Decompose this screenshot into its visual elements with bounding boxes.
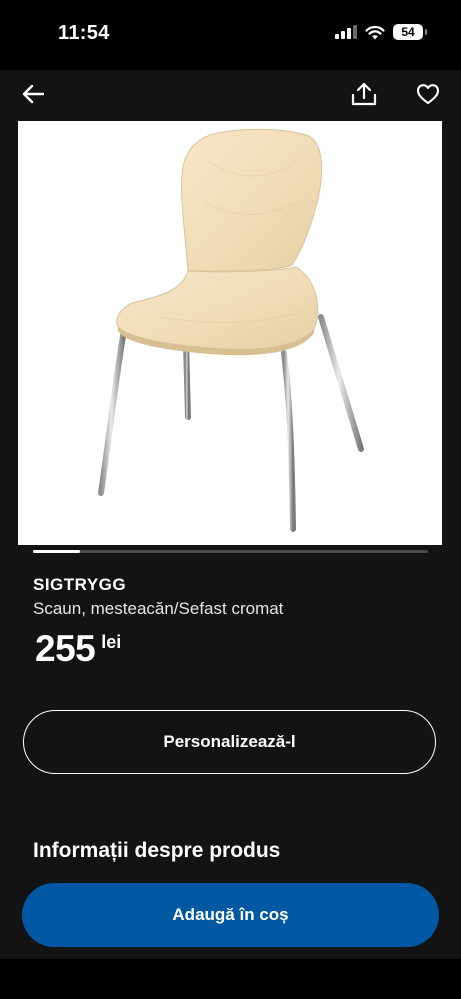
carousel-progress-thumb: [33, 550, 81, 553]
top-nav: [0, 70, 461, 120]
status-bar: 11:54 54: [0, 0, 461, 70]
cellular-signal-icon: [335, 25, 357, 39]
favorite-button[interactable]: [414, 80, 442, 108]
heart-icon: [416, 84, 440, 105]
product-page: SIGTRYGG Scaun, mesteacăn/Sefast cromat …: [0, 70, 461, 959]
product-description: Scaun, mesteacăn/Sefast cromat: [33, 599, 284, 618]
product-image[interactable]: [18, 121, 442, 545]
chair-illustration: [98, 128, 364, 532]
share-button[interactable]: [350, 80, 378, 108]
add-to-cart-button[interactable]: Adaugă în coș: [22, 883, 439, 947]
home-indicator-area: [0, 959, 461, 999]
product-info-heading[interactable]: Informații despre produs: [33, 839, 280, 863]
share-icon: [351, 82, 377, 106]
battery-indicator: 54: [393, 24, 427, 40]
arrow-left-icon: [22, 84, 44, 104]
price-currency: lei: [101, 632, 122, 652]
back-button[interactable]: [19, 80, 47, 108]
product-name: SIGTRYGG: [33, 575, 127, 594]
product-price: 255 lei: [35, 628, 121, 670]
status-time: 11:54: [58, 22, 110, 44]
price-value: 255: [35, 628, 96, 669]
personalize-button[interactable]: Personalizează-l: [23, 710, 436, 774]
image-carousel-progress: [33, 550, 428, 553]
status-icons: 54: [335, 24, 427, 40]
wifi-icon: [365, 25, 385, 39]
